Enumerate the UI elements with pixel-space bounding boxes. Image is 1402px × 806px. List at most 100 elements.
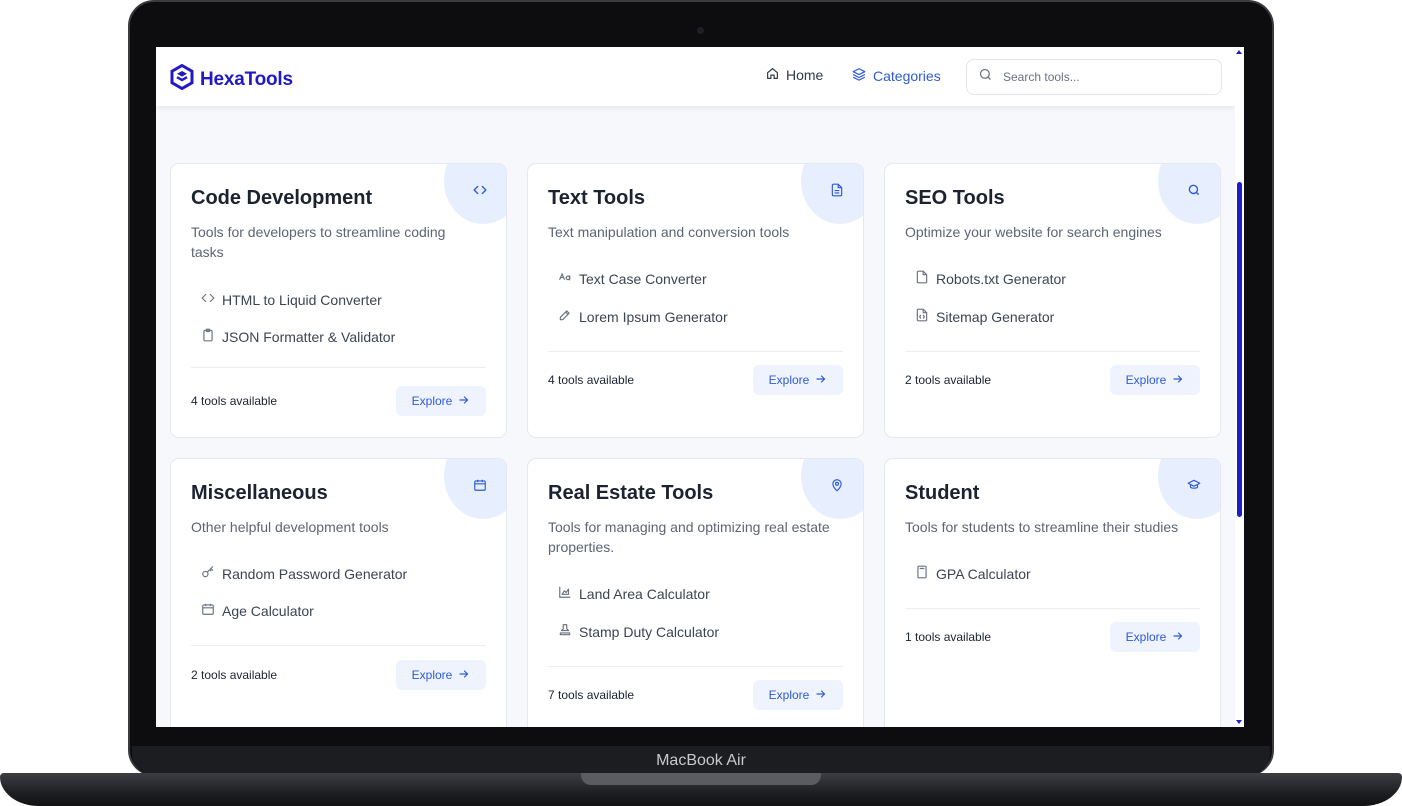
search-icon [1187,183,1201,197]
clipboard-icon [201,328,215,345]
scrollbar-thumb[interactable] [1237,182,1242,517]
tool-link[interactable]: Age Calculator [201,602,314,619]
tool-label: JSON Formatter & Validator [222,328,396,345]
tool-label: Stamp Duty Calculator [579,623,720,640]
search-box [966,59,1222,95]
card-description: Other helpful development tools [191,519,389,535]
arrow-right-icon [815,373,827,388]
calendar-icon [201,602,215,619]
tool-link[interactable]: Robots.txt Generator [915,270,1066,287]
tool-label: Robots.txt Generator [936,270,1066,287]
arrow-right-icon [815,688,827,703]
category-card-text-tools: Text Tools Text manipulation and convers… [527,163,864,438]
explore-button[interactable]: Explore [396,386,486,416]
card-divider [905,351,1200,352]
camera [697,27,704,34]
explore-label: Explore [1125,373,1167,387]
arrow-right-icon [1172,373,1184,388]
category-card-real-estate-tools: Real Estate Tools Tools for managing and… [527,458,864,727]
card-divider [905,608,1200,609]
tool-label: Random Password Generator [222,565,408,582]
card-divider [548,351,843,352]
explore-label: Explore [411,668,453,682]
top-navbar: HexaTools Home Categories [156,47,1235,106]
explore-button[interactable]: Explore [1110,365,1200,395]
tool-label: Text Case Converter [579,270,707,287]
card-divider [191,645,486,646]
explore-button[interactable]: Explore [753,365,843,395]
card-title: Text Tools [548,187,646,209]
logo-text: HexaTools [200,68,293,90]
tools-count: 1 tools available [905,630,992,644]
card-title: Miscellaneous [191,482,328,504]
stamp-icon [558,623,572,640]
tools-count: 7 tools available [548,688,635,702]
card-divider [548,666,843,667]
arrow-right-icon [1172,630,1184,645]
category-card-miscellaneous: Miscellaneous Other helpful development … [170,458,507,727]
explore-button[interactable]: Explore [396,660,486,690]
explore-button[interactable]: Explore [753,680,843,710]
browser-viewport: HexaTools Home Categories Code Develop [156,47,1244,727]
tool-link[interactable]: HTML to Liquid Converter [201,291,382,308]
nav-categories[interactable]: Categories [852,67,941,84]
explore-button[interactable]: Explore [1110,622,1200,652]
hexagon-logo-icon [170,63,194,95]
tools-count: 4 tools available [548,373,635,387]
card-description: Tools for developers to streamline codin… [191,224,446,260]
nav-home[interactable]: Home [766,67,823,83]
tool-label: Land Area Calculator [579,585,710,602]
tool-link[interactable]: Lorem Ipsum Generator [558,308,728,325]
code-icon [473,183,487,197]
category-card-code-development: Code Development Tools for developers to… [170,163,507,438]
scroll-down-icon[interactable] [1236,720,1242,724]
laptop-notch [581,773,821,785]
card-title: Real Estate Tools [548,482,714,504]
tools-count: 4 tools available [191,394,278,408]
tool-link[interactable]: Sitemap Generator [915,308,1054,325]
home-icon [766,67,779,83]
tool-label: HTML to Liquid Converter [222,291,382,308]
nav-home-label: Home [786,67,824,83]
code-icon [201,291,215,308]
arrow-right-icon [458,394,470,409]
category-card-student: Student Tools for students to streamline… [884,458,1221,727]
tool-link[interactable]: Text Case Converter [558,270,707,287]
nav-categories-label: Categories [873,67,941,84]
tool-label: Lorem Ipsum Generator [579,308,728,325]
map-pin-icon [830,478,844,492]
card-divider [191,367,486,368]
pencil-icon [558,308,572,325]
card-title: Code Development [191,187,373,209]
card-description: Optimize your website for search engines [905,224,1162,240]
tool-link[interactable]: Stamp Duty Calculator [558,623,719,640]
tool-label: Sitemap Generator [936,308,1055,325]
file-icon [915,270,929,287]
tool-link[interactable]: GPA Calculator [915,565,1031,582]
logo[interactable]: HexaTools [170,63,293,95]
card-description: Tools for students to streamline their s… [905,519,1179,535]
layers-icon [852,67,866,84]
card-title: Student [905,482,980,504]
tool-label: GPA Calculator [936,565,1031,582]
card-description: Tools for managing and optimizing real e… [548,519,830,555]
file-code-icon [915,308,929,325]
search-icon [978,67,993,87]
tool-label: Age Calculator [222,602,314,619]
tool-link[interactable]: JSON Formatter & Validator [201,328,395,345]
case-icon [558,270,572,287]
explore-label: Explore [1125,630,1167,644]
calculator-icon [915,565,929,582]
search-input[interactable] [1003,70,1203,84]
tool-link[interactable]: Random Password Generator [201,565,407,582]
explore-label: Explore [411,394,453,408]
tool-link[interactable]: Land Area Calculator [558,585,710,602]
scroll-up-icon[interactable] [1236,50,1242,54]
tools-count: 2 tools available [905,373,992,387]
card-title: SEO Tools [905,187,1005,209]
tools-count: 2 tools available [191,668,278,682]
card-description: Text manipulation and conversion tools [548,224,790,240]
explore-label: Explore [768,688,810,702]
document-icon [830,183,844,197]
graduation-cap-icon [1187,478,1201,492]
